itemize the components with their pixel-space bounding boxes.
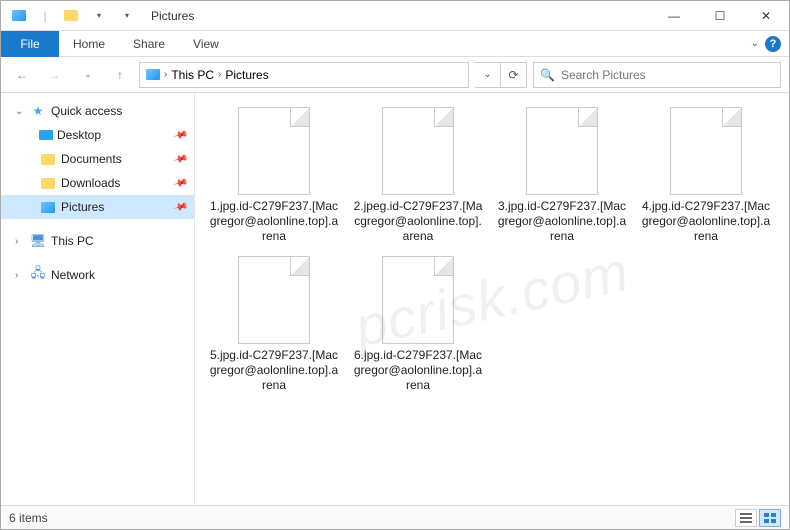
file-item[interactable]: 6.jpg.id-C279F237.[Macgregor@aolonline.t…	[349, 256, 487, 393]
chevron-right-icon[interactable]: ›	[218, 69, 221, 80]
nav-up-button[interactable]: ↑	[107, 62, 133, 88]
file-item[interactable]: 4.jpg.id-C279F237.[Macgregor@aolonline.t…	[637, 107, 775, 244]
file-item[interactable]: 5.jpg.id-C279F237.[Macgregor@aolonline.t…	[205, 256, 343, 393]
file-icon	[670, 107, 742, 195]
ribbon: File Home Share View ⌄ ?	[1, 31, 789, 57]
file-name: 1.jpg.id-C279F237.[Macgregor@aolonline.t…	[205, 199, 343, 244]
file-item[interactable]: 3.jpg.id-C279F237.[Macgregor@aolonline.t…	[493, 107, 631, 244]
nav-forward-button[interactable]: →	[41, 62, 67, 88]
file-item[interactable]: 2.jpeg.id-C279F237.[Macgregor@aolonline.…	[349, 107, 487, 244]
breadcrumb-root-icon[interactable]	[144, 69, 162, 80]
qat-separator: |	[33, 4, 57, 28]
sidebar-item-label: Desktop	[57, 128, 101, 142]
search-box[interactable]: 🔍	[533, 62, 781, 88]
nav-recent-button[interactable]: ⌄	[75, 62, 101, 88]
qat-overflow-icon[interactable]: ▾	[115, 4, 139, 28]
folder-icon	[39, 175, 57, 191]
tab-home[interactable]: Home	[59, 31, 119, 57]
ribbon-expand-icon[interactable]: ⌄	[751, 38, 759, 49]
qat-dropdown-icon[interactable]: ▾	[87, 4, 111, 28]
pin-icon: 📌	[172, 151, 188, 167]
breadcrumb-this-pc[interactable]: This PC	[169, 68, 216, 82]
folder-icon[interactable]	[59, 4, 83, 28]
pin-icon: 📌	[172, 199, 188, 215]
view-large-icons-button[interactable]	[759, 509, 781, 527]
minimize-button[interactable]: —	[651, 1, 697, 31]
file-item[interactable]: 1.jpg.id-C279F237.[Macgregor@aolonline.t…	[205, 107, 343, 244]
refresh-button[interactable]: ⟳	[501, 62, 527, 88]
tab-view[interactable]: View	[179, 31, 233, 57]
nav-back-button[interactable]: ←	[9, 62, 35, 88]
quick-access-toolbar: | ▾ ▾	[7, 4, 139, 28]
search-icon: 🔍	[540, 68, 555, 82]
file-name: 5.jpg.id-C279F237.[Macgregor@aolonline.t…	[205, 348, 343, 393]
pc-icon: 🖥	[29, 233, 47, 249]
file-icon	[382, 256, 454, 344]
file-grid: 1.jpg.id-C279F237.[Macgregor@aolonline.t…	[205, 107, 779, 393]
pin-icon: 📌	[172, 127, 188, 143]
window-title: Pictures	[151, 9, 194, 23]
sidebar-item-label: Network	[51, 268, 95, 282]
sidebar-item-label: Downloads	[61, 176, 120, 190]
sidebar-this-pc[interactable]: › 🖥 This PC	[1, 229, 194, 253]
content-area[interactable]: 1.jpg.id-C279F237.[Macgregor@aolonline.t…	[195, 93, 789, 505]
sidebar-item-pictures[interactable]: Pictures 📌	[1, 195, 194, 219]
titlebar: | ▾ ▾ Pictures — ☐ ✕	[1, 1, 789, 31]
folder-icon	[39, 151, 57, 167]
close-button[interactable]: ✕	[743, 1, 789, 31]
file-name: 2.jpeg.id-C279F237.[Macgregor@aolonline.…	[349, 199, 487, 244]
sidebar-item-downloads[interactable]: Downloads 📌	[1, 171, 194, 195]
help-icon[interactable]: ?	[765, 36, 781, 52]
breadcrumb-pictures[interactable]: Pictures	[223, 68, 270, 82]
nav-tree: ⌄ ★ Quick access Desktop 📌 Documents 📌 D…	[1, 93, 195, 505]
sidebar-item-label: This PC	[51, 234, 94, 248]
desktop-icon	[39, 130, 53, 140]
file-icon	[238, 256, 310, 344]
sidebar-item-documents[interactable]: Documents 📌	[1, 147, 194, 171]
file-name: 3.jpg.id-C279F237.[Macgregor@aolonline.t…	[493, 199, 631, 244]
file-tab[interactable]: File	[1, 31, 59, 57]
address-bar-row: ← → ⌄ ↑ › This PC › Pictures ⌄ ⟳ 🔍	[1, 57, 789, 93]
chevron-right-icon[interactable]: ›	[164, 69, 167, 80]
network-icon: 🖧	[29, 267, 47, 283]
tab-share[interactable]: Share	[119, 31, 179, 57]
search-input[interactable]	[561, 68, 774, 82]
star-icon: ★	[29, 103, 47, 119]
sidebar-quick-access[interactable]: ⌄ ★ Quick access	[1, 99, 194, 123]
sidebar-item-desktop[interactable]: Desktop 📌	[1, 123, 194, 147]
sidebar-item-label: Quick access	[51, 104, 122, 118]
pictures-icon	[39, 199, 57, 215]
maximize-button[interactable]: ☐	[697, 1, 743, 31]
body: ⌄ ★ Quick access Desktop 📌 Documents 📌 D…	[1, 93, 789, 505]
sidebar-item-label: Documents	[61, 152, 122, 166]
address-bar[interactable]: › This PC › Pictures	[139, 62, 469, 88]
caret-right-icon[interactable]: ›	[15, 236, 29, 247]
file-icon	[526, 107, 598, 195]
file-icon	[238, 107, 310, 195]
sidebar-network[interactable]: › 🖧 Network	[1, 263, 194, 287]
file-name: 6.jpg.id-C279F237.[Macgregor@aolonline.t…	[349, 348, 487, 393]
window-controls: — ☐ ✕	[651, 1, 789, 31]
pin-icon: 📌	[172, 175, 188, 191]
file-name: 4.jpg.id-C279F237.[Macgregor@aolonline.t…	[637, 199, 775, 244]
caret-down-icon[interactable]: ⌄	[15, 106, 29, 117]
app-icon[interactable]	[7, 4, 31, 28]
file-icon	[382, 107, 454, 195]
view-details-button[interactable]	[735, 509, 757, 527]
sidebar-item-label: Pictures	[61, 200, 104, 214]
address-dropdown-button[interactable]: ⌄	[475, 62, 501, 88]
status-count: 6 items	[9, 511, 48, 525]
caret-right-icon[interactable]: ›	[15, 270, 29, 281]
statusbar: 6 items	[1, 505, 789, 529]
